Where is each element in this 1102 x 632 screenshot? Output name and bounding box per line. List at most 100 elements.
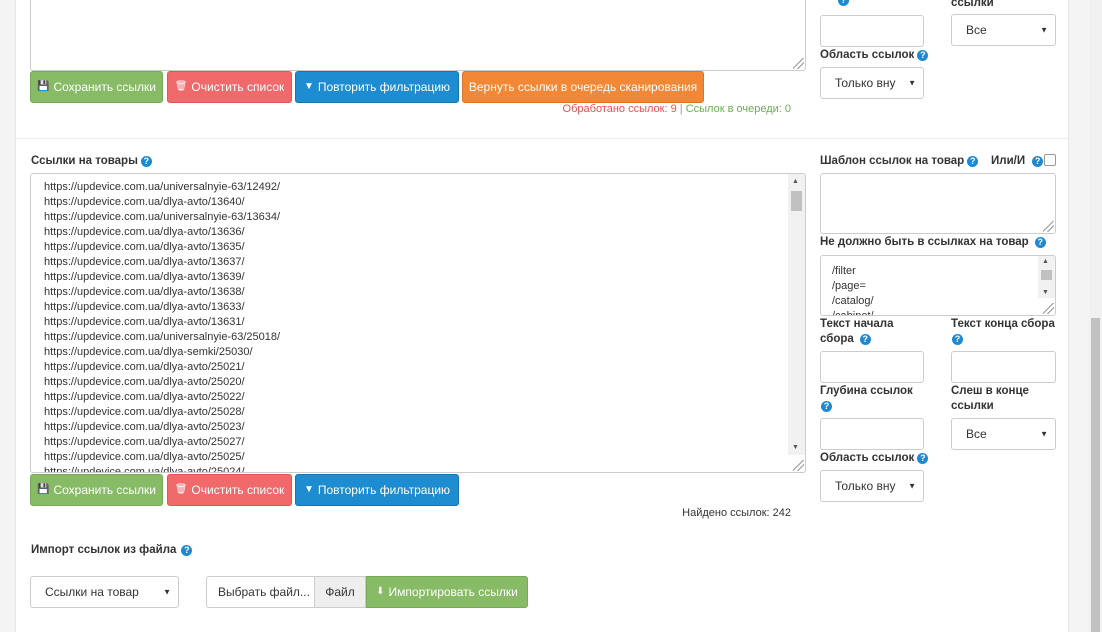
scroll-up-icon[interactable]: ▲ [1042,258,1049,265]
start-text-label: Текст начала сбора? [820,317,930,347]
caret-down-icon: ▼ [908,481,916,491]
slash-label: Слеш в конце ссылки [951,385,1029,412]
scroll-thumb[interactable] [791,191,802,211]
product-link-line: https://updevice.com.ua/dlya-avto/13636/ [44,226,245,238]
top-save-links-button[interactable]: 💾 Сохранить ссылки [30,71,163,103]
top-area-select[interactable]: Только вну ▼ [820,67,924,99]
question-icon: ? [917,50,929,61]
caret-down-icon: ▼ [1040,429,1048,439]
refilter-button[interactable]: ▼ Повторить фильтрацию [295,474,459,506]
question-icon: ? [952,334,963,345]
question-icon: ? [140,156,152,167]
question-icon: ? [1032,156,1044,167]
top-clear-list-button[interactable]: 🗑 Очистить список [167,71,292,103]
exclude-textarea[interactable]: /filter/page= /catalog/ /cabinet/ ▲ ▼ [820,255,1056,316]
resize-grip[interactable] [793,58,804,69]
caret-down-icon: ▼ [1040,25,1048,35]
scroll-thumb[interactable] [1041,270,1052,280]
top-area-label: Область ссылок? [820,48,929,63]
top-slash-label-tail: ссылки [951,0,994,9]
or-and-label-text: Или/И [991,155,1026,167]
product-link-line: https://updevice.com.ua/dlya-avto/13637/ [44,256,245,268]
exclude-line: /catalog/ [832,295,874,307]
start-text-input[interactable] [820,351,924,383]
resize-grip[interactable] [793,460,804,471]
import-title: Импорт ссылок из файла? [31,543,193,558]
status-separator: | [679,103,683,115]
end-text-label-text: Текст конца сбора [951,318,1055,330]
clear-list-button[interactable]: 🗑 Очистить список [167,474,292,506]
template-textarea[interactable] [820,173,1056,234]
template-label-text: Шаблон ссылок на товар [820,155,965,167]
processed-count: Обработано ссылок: 9 [562,103,677,115]
product-link-line: https://updevice.com.ua/dlya-avto/13640/ [44,196,245,208]
top-refilter-label: Повторить фильтрацию [317,80,451,94]
import-title-text: Импорт ссылок из файла [31,544,177,556]
template-label: Шаблон ссылок на товар? [820,154,979,169]
exclude-line: /filter [832,265,856,277]
resize-grip[interactable] [1043,303,1054,314]
import-links-button[interactable]: ⬇ Импортировать ссылки [366,576,528,608]
processed-status: Обработано ссылок: 9 | Ссылок в очереди:… [563,103,791,115]
page-scroll-thumb[interactable] [1091,318,1100,632]
exclude-scrollbar[interactable]: ▲ ▼ [1038,256,1055,298]
section-divider [16,138,1068,139]
save-links-button[interactable]: 💾 Сохранить ссылки [30,474,163,506]
depth-label-text: Глубина ссылок [820,385,913,397]
slash-select[interactable]: Все ▼ [951,418,1056,450]
question-icon: ? [859,334,871,345]
area-select[interactable]: Только вну ▼ [820,470,924,502]
top-refilter-button[interactable]: ▼ Повторить фильтрацию [295,71,459,103]
main-panel: 💾 Сохранить ссылки 🗑 Очистить список ▼ П… [15,0,1069,632]
start-text-label-text: Текст начала сбора [820,318,894,345]
product-link-line: https://updevice.com.ua/dlya-avto/13635/ [44,241,245,253]
exclude-label: Не должно быть в ссылках на товар? [820,235,1046,250]
top-save-links-label: Сохранить ссылки [53,80,156,94]
product-link-line: https://updevice.com.ua/dlya-avto/25027/ [44,436,245,448]
top-depth-input[interactable] [820,15,924,47]
product-link-line: https://updevice.com.ua/universalnyie-63… [44,211,281,223]
product-link-line: https://updevice.com.ua/dlya-avto/13639/ [44,271,245,283]
page-scrollbar[interactable] [1089,0,1102,632]
import-type-select[interactable]: Ссылки на товар ▼ [30,576,179,608]
product-link-line: https://updevice.com.ua/dlya-avto/25023/ [44,421,245,433]
product-link-line: https://updevice.com.ua/dlya-avto/25028/ [44,406,245,418]
scroll-down-icon[interactable]: ▼ [1042,289,1049,296]
funnel-icon: ▼ [303,81,314,92]
question-icon: ? [181,545,193,556]
top-slash-select[interactable]: Все ▼ [951,14,1056,46]
found-links-count: Найдено ссылок: 242 [682,507,791,519]
product-link-line: https://updevice.com.ua/dlya-avto/13638/ [44,286,245,298]
textarea-scrollbar[interactable]: ▲ ▼ [788,174,805,455]
clear-list-label: Очистить список [191,483,285,497]
exclude-list: /filter/page= /catalog/ /cabinet/ [832,264,874,316]
top-slash-select-value: Все [966,23,987,37]
choose-file-field[interactable]: Выбрать файл... [206,576,315,608]
or-and-label: Или/И? [991,154,1044,169]
floppy-icon: 💾 [37,81,50,92]
resize-grip[interactable] [1043,221,1054,232]
end-text-input[interactable] [951,351,1056,383]
depth-label: Глубина ссылок? [820,384,930,414]
or-and-checkbox[interactable] [1044,154,1056,166]
product-links-title: Ссылки на товары? [31,154,152,169]
top-clear-list-label: Очистить список [191,80,285,94]
area-select-value: Только вну [835,479,896,493]
scroll-down-icon[interactable]: ▼ [792,444,799,451]
top-links-textarea[interactable] [30,0,806,71]
question-icon: ? [917,453,929,464]
queue-count: Ссылок в очереди: 0 [685,103,791,115]
question-icon: ? [1034,237,1046,248]
depth-input[interactable] [820,418,924,450]
product-link-line: https://updevice.com.ua/dlya-semki/25030… [44,346,253,358]
slash-select-value: Все [966,427,987,441]
requeue-links-button[interactable]: Вернуть ссылки в очередь сканирования [462,71,704,103]
file-browse-button[interactable]: Файл [314,576,366,608]
product-links-list: https://updevice.com.ua/universalnyie-63… [44,180,785,472]
product-links-textarea[interactable]: https://updevice.com.ua/universalnyie-63… [30,173,806,473]
scroll-up-icon[interactable]: ▲ [792,178,799,185]
exclude-line: /cabinet/ [832,310,874,316]
product-link-line: https://updevice.com.ua/dlya-avto/25020/ [44,376,245,388]
product-link-line: https://updevice.com.ua/dlya-avto/25025/ [44,451,245,463]
funnel-icon: ▼ [303,484,314,495]
